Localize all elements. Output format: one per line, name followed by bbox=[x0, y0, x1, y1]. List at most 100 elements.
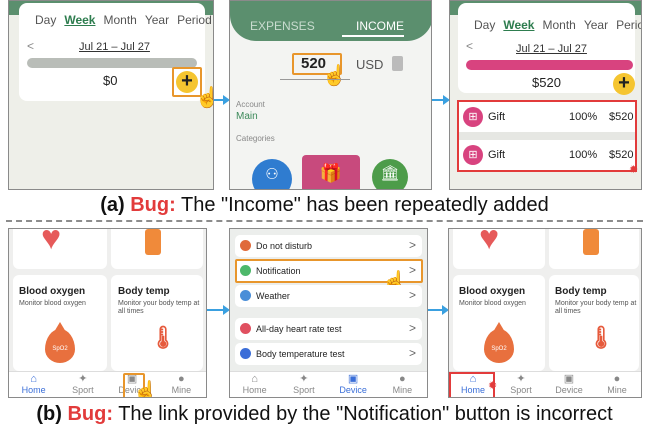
card-subtitle: Monitor blood oxygen bbox=[459, 300, 526, 307]
date-range[interactable]: Jul 21 – Jul 27 bbox=[79, 41, 150, 53]
blood-drop-icon: SpO2 bbox=[45, 322, 75, 363]
prev-range-icon[interactable]: < bbox=[466, 39, 473, 53]
pointer-hand-icon: ☝ bbox=[195, 85, 213, 110]
tab-income-underline bbox=[342, 35, 404, 37]
tab-week[interactable]: Week bbox=[64, 13, 95, 27]
chevron-right-icon: > bbox=[408, 321, 416, 335]
panel-b2: Do not disturb > Notification > ☝ Weather >… bbox=[229, 228, 428, 398]
home-icon: ⌂ bbox=[251, 373, 258, 385]
bottom-nav: ⌂ Home ✦ Sport ▣ Device ● Mine bbox=[9, 371, 206, 397]
tab-income[interactable]: INCOME bbox=[356, 19, 404, 33]
nav-home[interactable]: ⌂ Home bbox=[230, 372, 279, 397]
prev-range-icon[interactable]: < bbox=[27, 39, 34, 53]
sport-icon: ✦ bbox=[78, 373, 88, 385]
total-amount: $0 bbox=[103, 73, 118, 88]
category-gift-icon[interactable]: 🎁 bbox=[302, 155, 360, 189]
category-bank-icon[interactable]: 🏛 bbox=[372, 159, 408, 189]
caption-a-text: The "Income" has been repeatedly added bbox=[180, 194, 549, 216]
nav-device[interactable]: ▣ Device bbox=[329, 372, 378, 397]
panel-b3: ♥ Blood oxygen Monitor blood oxygen SpO2… bbox=[448, 228, 642, 398]
watch-icon bbox=[145, 229, 161, 255]
nav-mine[interactable]: ● Mine bbox=[378, 372, 427, 397]
watch-icon: ▣ bbox=[347, 373, 359, 385]
category-amount: $520 bbox=[609, 111, 634, 123]
tab-day[interactable]: Day bbox=[35, 13, 56, 27]
caption-a-bug: Bug: bbox=[130, 194, 176, 216]
moon-icon bbox=[240, 240, 251, 251]
cloud-icon bbox=[240, 290, 251, 301]
nav-mine[interactable]: ● Mine bbox=[157, 372, 206, 397]
account-value[interactable]: Main bbox=[236, 111, 258, 122]
tab-year[interactable]: Year bbox=[584, 18, 608, 32]
tab-period[interactable]: Period bbox=[177, 13, 212, 27]
tab-month[interactable]: Month bbox=[542, 18, 575, 32]
nav-sport[interactable]: ✦ Sport bbox=[497, 372, 545, 397]
nav-home[interactable]: ⌂ Home bbox=[9, 372, 58, 397]
flow-arrow bbox=[207, 305, 230, 315]
thermometer-icon bbox=[240, 348, 251, 359]
setting-do-not-disturb[interactable]: Do not disturb > bbox=[235, 235, 422, 257]
pointer-hand-icon: ☝ bbox=[322, 65, 347, 87]
period-tabs: Day Week Month Year Period bbox=[35, 13, 213, 27]
tab-month[interactable]: Month bbox=[103, 13, 136, 27]
tab-day[interactable]: Day bbox=[474, 18, 495, 32]
person-icon: ● bbox=[613, 373, 621, 385]
flow-arrow bbox=[214, 95, 230, 105]
bug-icon: ✹ bbox=[629, 164, 639, 176]
person-icon: ● bbox=[178, 373, 185, 385]
nav-sport[interactable]: ✦ Sport bbox=[279, 372, 328, 397]
card-title: Body temp bbox=[118, 286, 170, 297]
flow-arrow bbox=[428, 305, 449, 315]
thermometer-icon: 🌡 bbox=[149, 325, 177, 350]
heart-icon bbox=[240, 323, 251, 334]
thermometer-icon: 🌡 bbox=[587, 325, 615, 350]
categories-label: Categories bbox=[236, 134, 275, 143]
tab-week[interactable]: Week bbox=[503, 18, 534, 32]
row-separator bbox=[459, 132, 635, 140]
section-divider bbox=[6, 220, 643, 222]
caption-b-text: The link provided by the "Notification" … bbox=[118, 403, 613, 425]
gift-icon: ⊞ bbox=[463, 145, 483, 165]
account-label: Account bbox=[236, 100, 265, 109]
chevron-right-icon: > bbox=[408, 288, 416, 302]
caption-a-label: (a) bbox=[100, 194, 125, 216]
nav-device[interactable]: ▣ Device bbox=[545, 372, 593, 397]
category-name: Gift bbox=[488, 149, 506, 161]
chevron-right-icon: > bbox=[408, 346, 416, 360]
caption-a: (a) Bug: The "Income" has been repeatedl… bbox=[0, 194, 649, 217]
tab-period[interactable]: Period bbox=[616, 18, 641, 32]
calculator-icon[interactable] bbox=[392, 56, 403, 71]
caption-b-label: (b) bbox=[36, 403, 62, 425]
period-tabs: Day Week Month Year Period bbox=[474, 18, 641, 32]
date-range[interactable]: Jul 21 – Jul 27 bbox=[516, 43, 587, 55]
watch-icon bbox=[583, 229, 599, 255]
setting-body-temp-test[interactable]: Body temperature test > bbox=[235, 343, 422, 365]
nav-mine[interactable]: ● Mine bbox=[593, 372, 641, 397]
blood-drop-icon: SpO2 bbox=[484, 322, 514, 363]
card-title: Blood oxygen bbox=[19, 286, 86, 297]
card-title: Body temp bbox=[555, 286, 607, 297]
setting-heart-rate-test[interactable]: All-day heart rate test > bbox=[235, 318, 422, 340]
tab-expenses[interactable]: EXPENSES bbox=[250, 19, 315, 33]
figure: Day Week Month Year Period < Jul 21 – Jul 27… bbox=[0, 0, 649, 428]
panel-a1: Day Week Month Year Period < Jul 21 – Jul 27… bbox=[8, 0, 214, 190]
add-button[interactable]: + bbox=[613, 73, 635, 95]
card-subtitle: Monitor your body temp at all times bbox=[118, 300, 200, 315]
progress-bar bbox=[27, 58, 197, 68]
list-item[interactable]: ⊞ Gift 100% $520 bbox=[459, 102, 635, 132]
tab-year[interactable]: Year bbox=[145, 13, 169, 27]
bottom-nav: ⌂ Home ✦ Sport ▣ Device ● Mine bbox=[230, 371, 427, 397]
panel-a2: EXPENSES INCOME 520 ☝ USD Account Main C… bbox=[229, 0, 432, 190]
nav-sport[interactable]: ✦ Sport bbox=[58, 372, 107, 397]
category-salary-icon[interactable]: ⚇ bbox=[252, 159, 292, 189]
currency-label[interactable]: USD bbox=[356, 57, 383, 72]
heart-icon: ♥ bbox=[479, 228, 500, 257]
progress-bar bbox=[466, 60, 633, 70]
home-icon: ⌂ bbox=[30, 373, 37, 385]
amount-underline bbox=[280, 79, 350, 80]
flow-arrow bbox=[432, 95, 450, 105]
category-percent: 100% bbox=[569, 149, 598, 161]
list-item[interactable]: ⊞ Gift 100% $520 bbox=[459, 140, 635, 170]
setting-weather[interactable]: Weather > bbox=[235, 285, 422, 307]
heart-icon: ♥ bbox=[41, 228, 62, 257]
